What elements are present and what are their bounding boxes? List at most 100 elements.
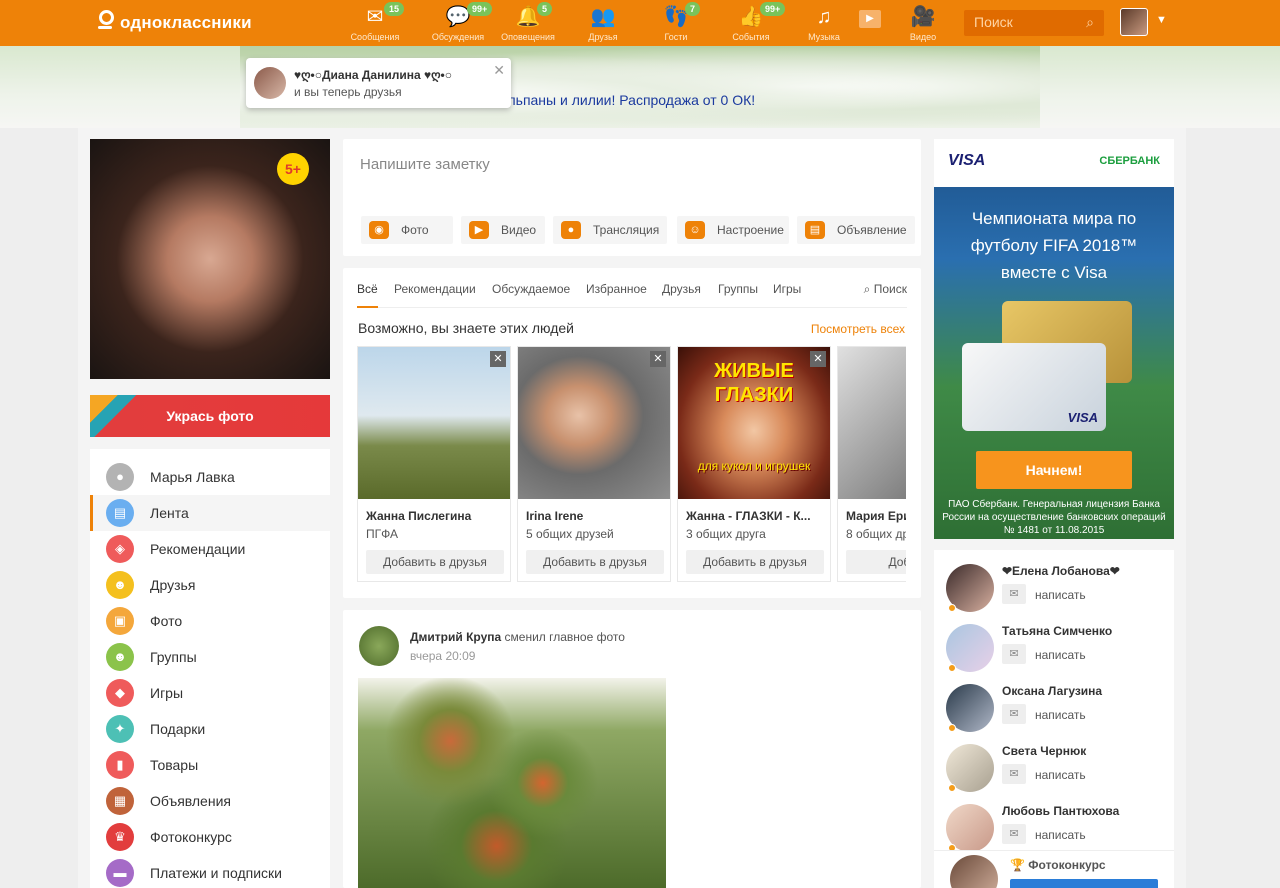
action-video[interactable]: ▶ Видео [461, 216, 545, 244]
decorate-photo-button[interactable]: Укрась фото [90, 395, 330, 437]
person-photo [838, 347, 906, 499]
action-photo[interactable]: ◉ Фото [361, 216, 453, 244]
friend-name[interactable]: Любовь Пантюхова [1002, 804, 1119, 818]
feed-icon: ▤ [106, 499, 134, 527]
add-friend-button[interactable]: Добавить [846, 550, 906, 574]
message-icon[interactable]: ✉ [1002, 824, 1026, 844]
ad-cta-button[interactable]: Начнем! [976, 451, 1132, 489]
nav-events[interactable]: 👍 99+ События [716, 0, 786, 46]
ad-banner[interactable]: VISA СБЕРБАНК Чемпионата мира по футболу… [934, 139, 1174, 539]
add-friend-button[interactable]: Добавить в друзья [686, 550, 824, 574]
message-icon[interactable]: ✉ [1002, 764, 1026, 784]
online-status-icon [948, 604, 956, 612]
note-input[interactable]: Напишите заметку [360, 156, 490, 173]
friend-name[interactable]: Татьяна Симченко [1002, 624, 1112, 638]
friend-row[interactable]: Света Чернюк ✉ написать [934, 742, 1174, 802]
sidebar-item[interactable]: ☻ Группы [90, 639, 330, 675]
tab-recommendations[interactable]: Рекомендации [394, 282, 476, 296]
add-friend-button[interactable]: Добавить в друзья [366, 550, 504, 574]
pymk-see-all-link[interactable]: Посмотреть всех [811, 322, 905, 336]
friend-toast[interactable]: ♥ღ•○Диана Данилина ♥ღ•○ и вы теперь друз… [246, 58, 511, 108]
chevron-down-icon[interactable]: ▼ [1156, 14, 1167, 26]
sidebar-item[interactable]: ▮ Товары [90, 747, 330, 783]
person-card[interactable]: ✕ Irina Irene 5 общих друзей Добавить в … [517, 346, 671, 582]
post-time[interactable]: вчера 20:09 [410, 649, 475, 663]
sidebar-item[interactable]: ▬ Платежи и подписки [90, 855, 330, 888]
search-icon[interactable]: ⌕ [1086, 14, 1094, 31]
wallet-icon: ▬ [106, 859, 134, 887]
nav-guests[interactable]: 👣 7 Гости [641, 0, 711, 46]
tab-groups[interactable]: Группы [718, 282, 758, 296]
friend-row[interactable]: Татьяна Симченко ✉ написать [934, 622, 1174, 682]
nav-video[interactable]: 🎥 Видео [888, 0, 958, 46]
person-name[interactable]: Irina Irene [526, 509, 666, 523]
video-icon: ▶ [469, 221, 489, 239]
write-link[interactable]: написать [1035, 648, 1086, 662]
friend-row[interactable]: Оксана Лагузина ✉ написать [934, 682, 1174, 742]
sidebar-item[interactable]: ▦ Объявления [90, 783, 330, 819]
nav-notifications[interactable]: 🔔 5 Оповещения [493, 0, 563, 46]
close-icon[interactable]: ✕ [810, 351, 826, 367]
person-card[interactable]: Мария Ери 8 общих др Добавить [837, 346, 906, 582]
friend-name[interactable]: Света Чернюк [1002, 744, 1086, 758]
sidebar-item[interactable]: ● Марья Лавка [90, 459, 330, 495]
tab-games[interactable]: Игры [773, 282, 801, 296]
shopping-bag-icon: ▮ [106, 751, 134, 779]
nav-messages[interactable]: ✉ 15 Сообщения [340, 0, 410, 46]
person-name[interactable]: Жанна - ГЛАЗКИ - К... [686, 509, 826, 523]
tab-friends[interactable]: Друзья [662, 282, 701, 296]
sidebar-item[interactable]: ▣ Фото [90, 603, 330, 639]
tab-all[interactable]: Всё [357, 282, 378, 308]
online-status-icon [948, 664, 956, 672]
tab-favorites[interactable]: Избранное [586, 282, 647, 296]
action-mood[interactable]: ☺ Настроение [677, 216, 789, 244]
close-icon[interactable]: ✕ [650, 351, 666, 367]
friend-name[interactable]: Оксана Лагузина [1002, 684, 1102, 698]
person-photo [358, 347, 510, 499]
write-link[interactable]: написать [1035, 768, 1086, 782]
sidebar-item[interactable]: ◈ Рекомендации [90, 531, 330, 567]
sidebar-item-label: Фотоконкурс [150, 829, 232, 845]
feed-search-label: Поиск [873, 282, 907, 296]
tab-discussed[interactable]: Обсуждаемое [492, 282, 570, 296]
nav-discussions[interactable]: 💬 99+ Обсуждения [423, 0, 493, 46]
write-link[interactable]: написать [1035, 708, 1086, 722]
person-card[interactable]: ЖИВЫЕ ГЛАЗКИ для кукол и игрушек ✕ Жанна… [677, 346, 831, 582]
close-icon[interactable]: ✕ [493, 62, 505, 79]
add-friend-button[interactable]: Добавить в друзья [526, 550, 664, 574]
nav-friends[interactable]: 👥 Друзья [568, 0, 638, 46]
store-icon: ▦ [106, 787, 134, 815]
person-name[interactable]: Жанна Пислегина [366, 509, 506, 523]
logo[interactable]: одноклассники [96, 10, 252, 36]
user-avatar[interactable] [1120, 8, 1148, 36]
sidebar-item[interactable]: ♛ Фотоконкурс [90, 819, 330, 855]
friend-name[interactable]: ❤Елена Лобанова❤ [1002, 564, 1120, 578]
person-photo: ЖИВЫЕ ГЛАЗКИ для кукол и игрушек [678, 347, 830, 499]
action-ad[interactable]: ▤ Объявление [797, 216, 915, 244]
avatar[interactable] [359, 626, 399, 666]
close-icon[interactable]: ✕ [490, 351, 506, 367]
sidebar-item[interactable]: ☻ Друзья [90, 567, 330, 603]
contest-button[interactable] [1010, 879, 1158, 888]
message-icon[interactable]: ✉ [1002, 704, 1026, 724]
message-icon[interactable]: ✉ [1002, 644, 1026, 664]
sidebar-item[interactable]: ✦ Подарки [90, 711, 330, 747]
sidebar-item[interactable]: ◆ Игры [90, 675, 330, 711]
message-icon[interactable]: ✉ [1002, 584, 1026, 604]
person-name[interactable]: Мария Ери [846, 509, 906, 523]
sidebar-item[interactable]: ▤ Лента [90, 495, 330, 531]
person-sub: 8 общих др [846, 527, 906, 541]
person-card[interactable]: ✕ Жанна Пислегина ПГФА Добавить в друзья [357, 346, 511, 582]
post-author[interactable]: Дмитрий Крупа [410, 630, 501, 644]
post-photo[interactable] [358, 678, 666, 888]
promo-link[interactable]: ольпаны и лилии! Распродажа от 0 ОК! [500, 92, 755, 108]
search-icon: ⌕ [863, 282, 871, 296]
search-input[interactable] [964, 10, 1074, 34]
write-link[interactable]: написать [1035, 588, 1086, 602]
friend-row[interactable]: ❤Елена Лобанова❤ ✉ написать [934, 562, 1174, 622]
write-link[interactable]: написать [1035, 828, 1086, 842]
feed-search[interactable]: ⌕ Поиск [864, 282, 907, 297]
action-broadcast[interactable]: ● Трансляция [553, 216, 667, 244]
sidebar-item-label: Лента [150, 505, 189, 521]
photo-contest[interactable]: 🏆 Фотоконкурс [934, 850, 1174, 888]
